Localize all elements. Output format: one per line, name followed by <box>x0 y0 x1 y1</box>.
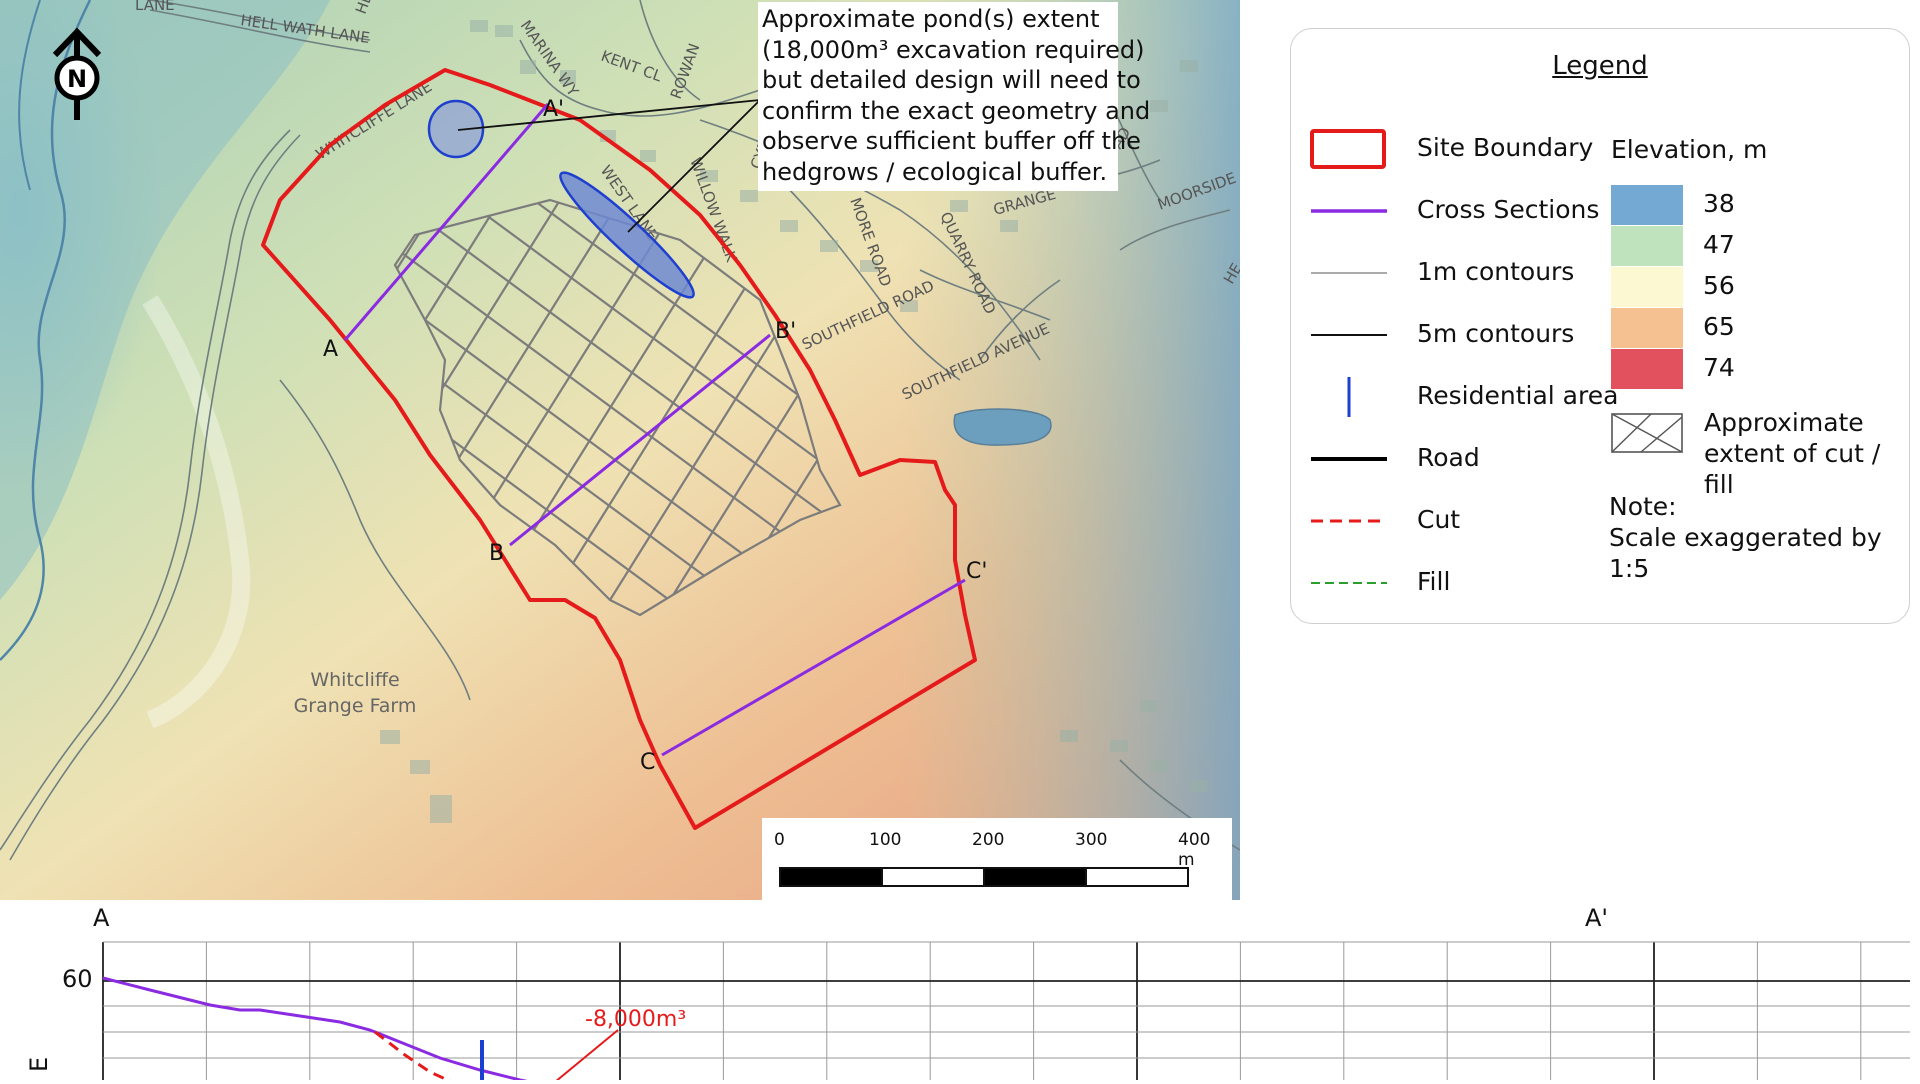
profile-start-label: A <box>93 904 110 932</box>
cross-section-line-icon <box>1311 209 1387 213</box>
legend-item-residential-area: Residential area <box>1309 377 1618 417</box>
cut-leader-line <box>554 1029 619 1083</box>
pond-callout: Approximate pond(s) extent (18,000m³ exc… <box>758 2 1151 191</box>
note-line: Note: <box>1609 492 1677 521</box>
legend-note: Note: Scale exaggerated by 1:5 <box>1609 491 1909 584</box>
legend-item-5m-contours: 5m contours <box>1309 315 1609 355</box>
profile-y-tick: 60 <box>62 965 93 993</box>
scale-tick: 100 <box>869 830 902 850</box>
legend-item-1m-contours: 1m contours <box>1309 253 1609 293</box>
site-map[interactable]: LANE HELL WATH LANE MARINA WY KENT CL RO… <box>0 0 1240 900</box>
section-label-c: C <box>640 750 655 775</box>
scale-segment <box>1085 867 1189 887</box>
legend-item-cut: Cut <box>1309 501 1609 541</box>
cross-section-profile: A A' 60 E -8,000m³ <box>0 900 1920 1084</box>
callout-line: observe sufficient buffer off the <box>762 127 1141 155</box>
legend-item-fill: Fill <box>1309 563 1609 603</box>
farm-label-line2: Grange Farm <box>294 695 417 717</box>
legend-label: Cut <box>1417 505 1461 534</box>
callout-line: Approximate pond(s) extent <box>762 5 1100 33</box>
legend-item-site-boundary: Site Boundary <box>1309 129 1609 169</box>
scale-segment <box>779 867 883 887</box>
scale-segment <box>881 867 985 887</box>
scale-bar: 0 100 200 300 400 m <box>762 818 1232 900</box>
cut-fill-hatch-icon <box>1611 413 1683 453</box>
elevation-title: Elevation, m <box>1611 135 1768 164</box>
contour-1m-line-icon <box>1311 272 1387 274</box>
elevation-value: 56 <box>1703 271 1735 300</box>
elevation-value: 65 <box>1703 312 1735 341</box>
section-label-b-prime: B' <box>775 319 796 344</box>
section-label-c-prime: C' <box>966 559 987 584</box>
map-legend: Legend Site Boundary Cross Sections 1m c… <box>1290 28 1910 624</box>
site-boundary-swatch-icon <box>1310 129 1386 169</box>
elevation-swatch <box>1611 308 1683 348</box>
profile-grid <box>102 941 1910 1080</box>
legend-title: Legend <box>1552 51 1648 81</box>
profile-chart: A A' 60 E -8,000m³ <box>25 904 1910 1084</box>
north-letter: N <box>67 65 87 93</box>
scale-tick: 300 <box>1075 830 1108 850</box>
legend-label: Road <box>1417 443 1480 472</box>
scale-tick: 200 <box>972 830 1005 850</box>
elevation-swatch <box>1611 267 1683 307</box>
section-label-b: B <box>489 541 504 566</box>
elevation-value: 38 <box>1703 189 1735 218</box>
legend-item-road: Road <box>1309 439 1609 479</box>
profile-end-label: A' <box>1585 904 1608 932</box>
elevation-swatch <box>1611 185 1683 225</box>
note-line: Scale exaggerated by 1:5 <box>1609 523 1882 583</box>
elevation-swatch <box>1611 226 1683 266</box>
legend-label: Fill <box>1417 567 1451 596</box>
legend-label: Cross Sections <box>1417 195 1600 224</box>
road-line-icon <box>1311 457 1387 461</box>
farm-label-line1: Whitcliffe <box>310 669 399 691</box>
legend-item-cross-sections: Cross Sections <box>1309 191 1609 231</box>
fill-dashed-line-icon <box>1311 582 1387 584</box>
hatch-label-line: Approximate <box>1704 408 1864 437</box>
legend-label: 1m contours <box>1417 257 1575 286</box>
scale-segment <box>983 867 1087 887</box>
contour-5m-line-icon <box>1311 334 1387 336</box>
legend-label: Site Boundary <box>1417 133 1594 162</box>
legend-label: Residential area <box>1417 381 1619 410</box>
section-label-a-prime: A' <box>543 97 564 122</box>
hatch-label: Approximate extent of cut / fill <box>1704 407 1909 500</box>
scale-tick: 0 <box>774 830 785 850</box>
callout-line: confirm the exact geometry and <box>762 96 1151 125</box>
callout-line: hedgrows / ecological buffer. <box>762 157 1108 186</box>
callout-line: but detailed design will need to <box>762 66 1141 94</box>
cut-volume-label: -8,000m³ <box>585 1007 686 1032</box>
elevation-value: 74 <box>1703 353 1735 382</box>
cut-dashed-line-icon <box>1311 519 1387 523</box>
scale-tick: 400 m <box>1178 830 1211 870</box>
legend-label: 5m contours <box>1417 319 1575 348</box>
elevation-value: 47 <box>1703 230 1735 259</box>
callout-line: (18,000m³ excavation required) <box>762 35 1145 64</box>
elevation-swatch <box>1611 349 1683 389</box>
residential-marker-icon <box>1347 377 1351 417</box>
street-label: LANE <box>135 0 175 14</box>
profile-axis-letter: E <box>25 1057 53 1072</box>
section-label-a: A <box>323 337 338 362</box>
ground-profile-line <box>102 976 548 1084</box>
